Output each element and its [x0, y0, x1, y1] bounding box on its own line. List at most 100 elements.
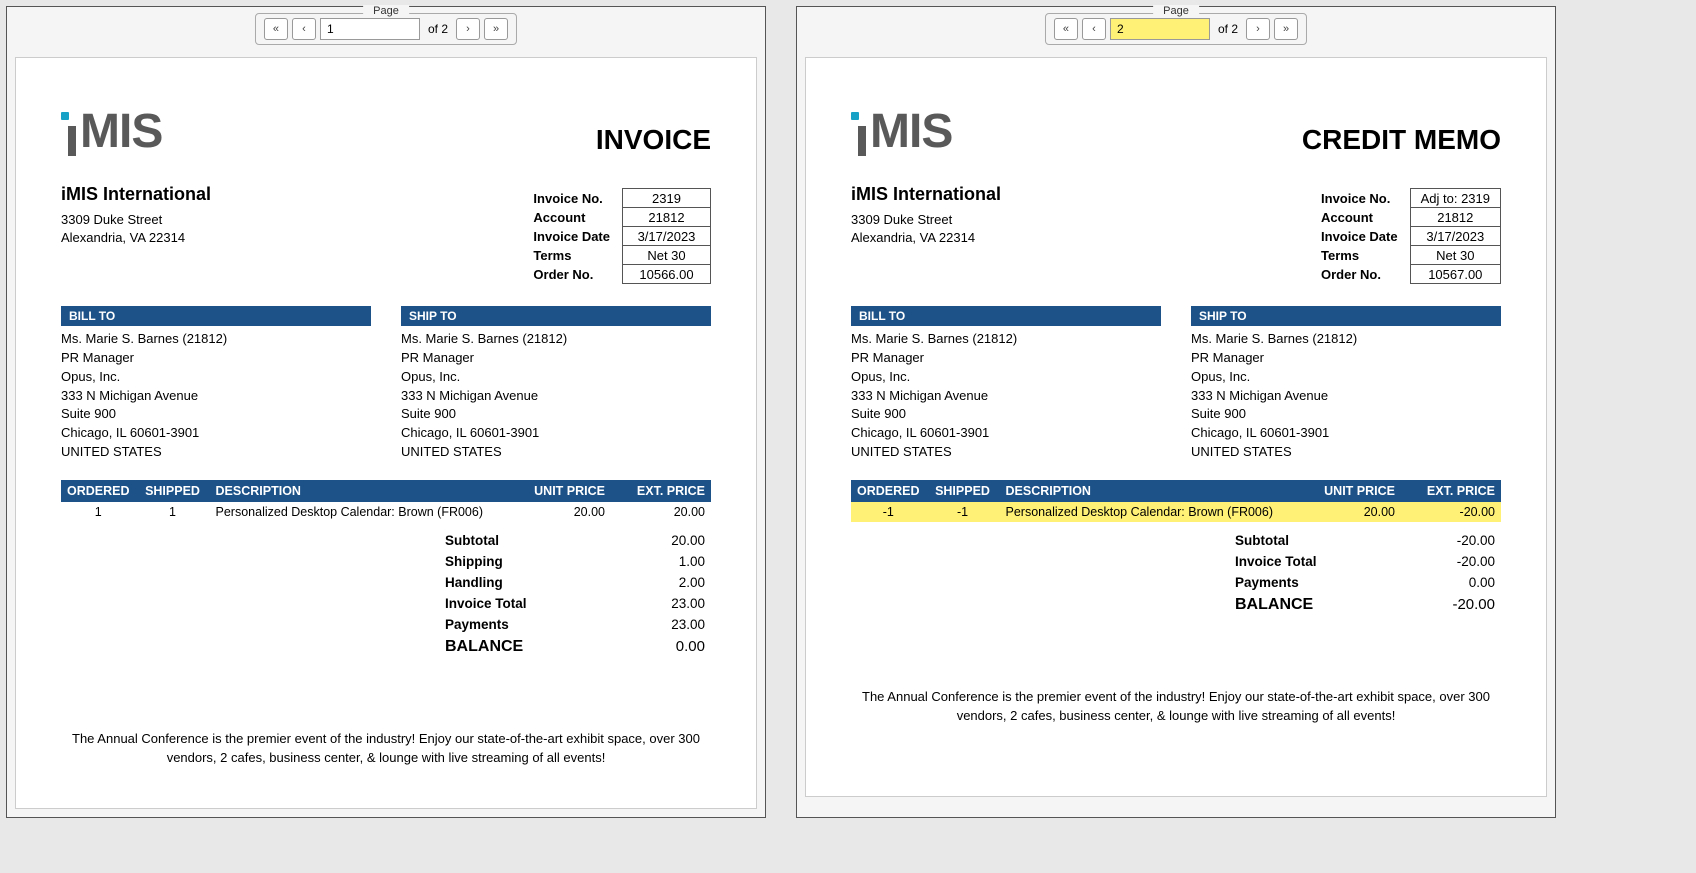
total-value: -20.00 [1395, 596, 1495, 614]
meta-value: 21812 [623, 208, 711, 227]
logo-text: MIS [80, 108, 162, 156]
next-page-button[interactable]: › [1246, 18, 1270, 40]
logo-stem-icon [68, 126, 76, 156]
page-scroll[interactable]: MIS CREDIT MEMO iMIS International 3309 … [797, 49, 1555, 817]
footer-note: The Annual Conference is the premier eve… [61, 729, 711, 768]
address-line: Chicago, IL 60601-3901 [851, 424, 1161, 443]
total-row: Subtotal-20.00 [851, 530, 1501, 551]
page-number-input[interactable] [320, 18, 420, 40]
page-of-label: of 2 [1214, 22, 1242, 36]
cell-unit-price: 20.00 [511, 502, 611, 522]
ship-to-block: SHIP TO Ms. Marie S. Barnes (21812)PR Ma… [401, 306, 711, 462]
cell-ext-price: -20.00 [1401, 502, 1501, 522]
total-value: 0.00 [1395, 575, 1495, 590]
total-label: Handling [445, 575, 605, 590]
cell-description: Personalized Desktop Calendar: Brown (FR… [1000, 502, 1301, 522]
total-row: Payments0.00 [851, 572, 1501, 593]
next-page-button[interactable]: › [456, 18, 480, 40]
page-number-input[interactable] [1110, 18, 1210, 40]
company-address-1: 3309 Duke Street [851, 211, 1001, 229]
ship-to-body: Ms. Marie S. Barnes (21812)PR ManagerOpu… [401, 326, 711, 462]
col-ext-price: EXT. PRICE [611, 480, 711, 502]
meta-value: Net 30 [1410, 246, 1500, 265]
company-block: iMIS International 3309 Duke Street Alex… [61, 184, 211, 284]
prev-page-button[interactable]: ‹ [292, 18, 316, 40]
address-line: Opus, Inc. [1191, 368, 1501, 387]
bill-to-body: Ms. Marie S. Barnes (21812)PR ManagerOpu… [851, 326, 1161, 462]
logo-dot-icon [61, 112, 69, 120]
company-name: iMIS International [61, 184, 211, 205]
logo-stem-icon [858, 126, 866, 156]
meta-label: Terms [1321, 246, 1410, 265]
total-row: Invoice Total23.00 [61, 593, 711, 614]
line-items-table: ORDERED SHIPPED DESCRIPTION UNIT PRICE E… [851, 480, 1501, 522]
total-label: Invoice Total [445, 596, 605, 611]
line-item-row: 11Personalized Desktop Calendar: Brown (… [61, 502, 711, 522]
address-line: Suite 900 [851, 405, 1161, 424]
ship-to-heading: SHIP TO [401, 306, 711, 326]
prev-page-button[interactable]: ‹ [1082, 18, 1106, 40]
address-line: 333 N Michigan Avenue [851, 387, 1161, 406]
total-label: Subtotal [1235, 533, 1395, 548]
total-value: 0.00 [605, 638, 705, 656]
invoice-meta-table: Invoice No.2319Account21812Invoice Date3… [533, 188, 711, 284]
meta-label: Order No. [533, 265, 622, 284]
address-line: 333 N Michigan Avenue [61, 387, 371, 406]
company-block: iMIS International 3309 Duke Street Alex… [851, 184, 1001, 284]
ship-to-body: Ms. Marie S. Barnes (21812)PR ManagerOpu… [1191, 326, 1501, 462]
total-row: Invoice Total-20.00 [851, 551, 1501, 572]
address-line: PR Manager [61, 349, 371, 368]
meta-value: 10566.00 [623, 265, 711, 284]
first-page-button[interactable]: « [1054, 18, 1078, 40]
cell-ordered: 1 [61, 502, 136, 522]
address-line: Opus, Inc. [851, 368, 1161, 387]
cell-unit-price: 20.00 [1301, 502, 1401, 522]
address-line: PR Manager [1191, 349, 1501, 368]
total-value: 23.00 [605, 596, 705, 611]
total-value: 1.00 [605, 554, 705, 569]
line-item-row: -1-1Personalized Desktop Calendar: Brown… [851, 502, 1501, 522]
ship-to-block: SHIP TO Ms. Marie S. Barnes (21812)PR Ma… [1191, 306, 1501, 462]
cell-ordered: -1 [851, 502, 926, 522]
first-page-button[interactable]: « [264, 18, 288, 40]
address-line: Opus, Inc. [401, 368, 711, 387]
company-address-2: Alexandria, VA 22314 [61, 229, 211, 247]
pager-legend: Page [363, 5, 409, 17]
col-ext-price: EXT. PRICE [1401, 480, 1501, 502]
address-line: UNITED STATES [401, 443, 711, 462]
address-line: Chicago, IL 60601-3901 [1191, 424, 1501, 443]
totals-block: Subtotal-20.00Invoice Total-20.00Payment… [851, 530, 1501, 617]
col-unit-price: UNIT PRICE [511, 480, 611, 502]
balance-row: BALANCE0.00 [61, 635, 711, 659]
address-line: Ms. Marie S. Barnes (21812) [61, 330, 371, 349]
bill-to-heading: BILL TO [851, 306, 1161, 326]
meta-value: 10567.00 [1410, 265, 1500, 284]
total-label: BALANCE [1235, 596, 1395, 614]
address-line: Ms. Marie S. Barnes (21812) [401, 330, 711, 349]
total-label: Subtotal [445, 533, 605, 548]
total-row: Handling2.00 [61, 572, 711, 593]
last-page-button[interactable]: » [1274, 18, 1298, 40]
address-line: Suite 900 [401, 405, 711, 424]
pager: « ‹ of 2 › » [255, 13, 517, 45]
bill-to-heading: BILL TO [61, 306, 371, 326]
ship-to-heading: SHIP TO [1191, 306, 1501, 326]
col-description: DESCRIPTION [210, 480, 511, 502]
company-name: iMIS International [851, 184, 1001, 205]
address-line: Suite 900 [61, 405, 371, 424]
meta-value: 3/17/2023 [1410, 227, 1500, 246]
bill-to-block: BILL TO Ms. Marie S. Barnes (21812)PR Ma… [851, 306, 1161, 462]
total-value: -20.00 [1395, 533, 1495, 548]
col-ordered: ORDERED [851, 480, 926, 502]
total-value: 20.00 [605, 533, 705, 548]
meta-label: Invoice Date [1321, 227, 1410, 246]
bill-to-body: Ms. Marie S. Barnes (21812)PR ManagerOpu… [61, 326, 371, 462]
meta-label: Terms [533, 246, 622, 265]
total-row: Subtotal20.00 [61, 530, 711, 551]
last-page-button[interactable]: » [484, 18, 508, 40]
cell-description: Personalized Desktop Calendar: Brown (FR… [210, 502, 511, 522]
page-scroll[interactable]: MIS INVOICE iMIS International 3309 Duke… [7, 49, 765, 817]
logo-dot-icon [851, 112, 859, 120]
address-line: Chicago, IL 60601-3901 [401, 424, 711, 443]
total-value: 2.00 [605, 575, 705, 590]
